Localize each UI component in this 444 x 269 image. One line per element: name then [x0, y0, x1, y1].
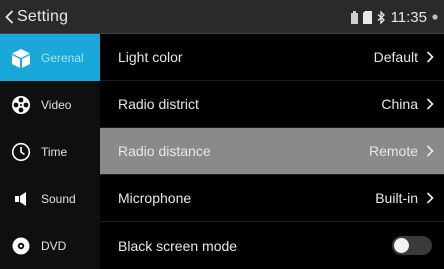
page-title: Setting [17, 8, 69, 25]
sidebar-item-video[interactable]: Video [0, 81, 100, 128]
clock-time: 11:35 [390, 8, 427, 26]
setting-black-screen-mode: Black screen mode [100, 222, 444, 269]
speaker-icon [10, 188, 32, 210]
chevron-right-icon [426, 192, 434, 204]
status-dot-icon [432, 14, 438, 20]
chevron-right-icon [426, 145, 434, 157]
sidebar-item-sound[interactable]: Sound [0, 175, 100, 222]
video-reel-icon [10, 94, 32, 116]
black-screen-toggle[interactable] [392, 236, 432, 255]
sidebar: Gerenal Video Time Sound DVD [0, 34, 100, 269]
status-area: 11:35 [350, 8, 438, 26]
setting-radio-distance[interactable]: Radio distance Remote [100, 128, 444, 175]
sidebar-item-general[interactable]: Gerenal [0, 34, 100, 81]
battery-icon [350, 10, 358, 24]
sidebar-item-label: DVD [41, 238, 67, 253]
setting-value: Remote [368, 143, 418, 159]
back-button[interactable]: Setting [5, 7, 68, 27]
sidebar-item-label: Video [41, 97, 72, 112]
setting-label: Black screen mode [118, 237, 238, 254]
disc-icon [10, 235, 32, 257]
setting-label: Radio district [118, 96, 199, 112]
sidebar-item-label: Gerenal [41, 50, 84, 65]
setting-light-color[interactable]: Light color Default [100, 34, 444, 81]
settings-list: Light color Default Radio district China… [100, 34, 444, 269]
sidebar-item-dvd[interactable]: DVD [0, 222, 100, 269]
setting-value: China [381, 96, 418, 112]
setting-value: Built-in [375, 190, 418, 206]
top-bar: Setting 11:35 [0, 0, 444, 34]
setting-label: Radio distance [118, 143, 211, 159]
setting-label: Light color [118, 49, 183, 65]
sidebar-item-label: Sound [41, 191, 76, 206]
setting-value: Default [373, 49, 418, 65]
sidebar-item-label: Time [41, 144, 68, 159]
sidebar-item-time[interactable]: Time [0, 128, 100, 175]
setting-radio-district[interactable]: Radio district China [100, 81, 444, 128]
general-icon [10, 47, 32, 69]
setting-label: Microphone [118, 190, 192, 206]
chevron-left-icon [5, 10, 14, 24]
clock-icon [10, 141, 32, 163]
chevron-right-icon [426, 51, 434, 63]
bluetooth-icon [377, 10, 385, 24]
setting-microphone[interactable]: Microphone Built-in [100, 175, 444, 222]
toggle-knob [394, 238, 409, 253]
sd-card-icon [362, 10, 372, 24]
chevron-right-icon [426, 98, 434, 110]
